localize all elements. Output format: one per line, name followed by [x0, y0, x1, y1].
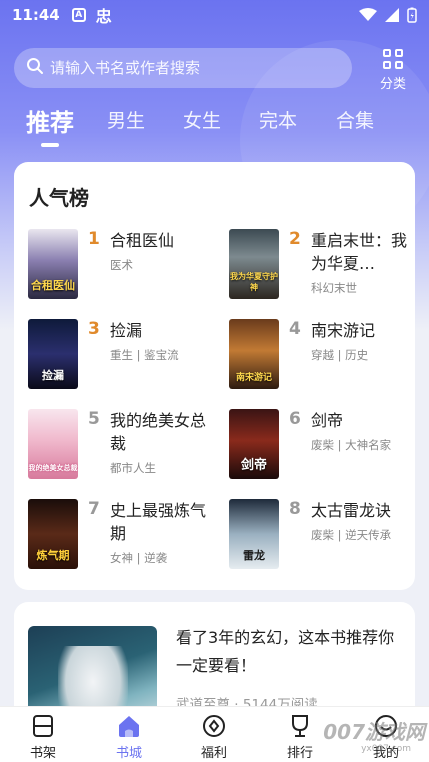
book-cover: 合租医仙	[28, 229, 78, 299]
tab-collection[interactable]: 合集	[336, 106, 374, 133]
book-title: 史上最强炼气期	[110, 501, 207, 543]
tab-recommend[interactable]: 推荐	[26, 103, 74, 138]
book-title: 剑帝	[311, 411, 344, 430]
book-cover: 捡漏	[28, 319, 78, 389]
book-cover: 南宋游记	[229, 319, 279, 389]
tab-completed[interactable]: 完本	[259, 106, 297, 133]
app-notification-icon-2: 忠	[95, 7, 112, 26]
book-tags: 都市人生	[110, 461, 156, 475]
ranking-item[interactable]: 剑帝 6 剑帝 废柴 | 大神名家	[229, 409, 414, 481]
category-label: 分类	[379, 77, 406, 92]
book-cover: 剑帝	[229, 409, 279, 479]
book-tags: 穿越 | 历史	[311, 348, 369, 362]
book-tags: 女神 | 逆袭	[110, 551, 168, 565]
wifi-icon	[359, 8, 377, 22]
home-icon	[99, 713, 159, 739]
status-time: 11:44	[12, 6, 60, 24]
book-tags: 重生 | 鉴宝流	[110, 348, 179, 362]
book-cover: 我的绝美女总裁	[28, 409, 78, 479]
ranking-item[interactable]: 炼气期 7 史上最强炼气期 女神 | 逆袭	[28, 499, 213, 571]
popularity-ranking-card: 人气榜 合租医仙 1 合租医仙 医术 我为华夏守护神 2 重启末世：我为华夏… …	[14, 162, 415, 590]
tab-indicator	[41, 143, 59, 147]
rank-number: 2	[289, 229, 301, 249]
tab-male[interactable]: 男生	[107, 106, 145, 133]
recommendation-title: 看了3年的玄幻，这本书推荐你一定要看！	[176, 628, 395, 675]
rank-number: 6	[289, 409, 301, 429]
app-notification-icon: A	[71, 8, 86, 22]
rank-number: 3	[88, 319, 100, 339]
search-bar[interactable]	[14, 48, 352, 88]
ranking-item[interactable]: 我的绝美女总裁 5 我的绝美女总裁 都市人生	[28, 409, 213, 481]
rank-number: 8	[289, 499, 301, 519]
book-tags: 废柴 | 大神名家	[311, 438, 392, 452]
grid-icon	[383, 49, 403, 69]
book-cover: 炼气期	[28, 499, 78, 569]
bookshelf-icon	[13, 713, 73, 739]
rank-number: 1	[88, 229, 100, 249]
watermark-url: yx007.com	[361, 744, 411, 754]
book-title: 捡漏	[110, 321, 143, 340]
book-title: 我的绝美女总裁	[110, 411, 207, 453]
battery-icon	[407, 7, 417, 23]
ranking-item[interactable]: 南宋游记 4 南宋游记 穿越 | 历史	[229, 319, 414, 391]
search-row: 分类	[14, 46, 415, 92]
signal-icon	[385, 8, 399, 22]
ranking-item[interactable]: 捡漏 3 捡漏 重生 | 鉴宝流	[28, 319, 213, 391]
rank-number: 5	[88, 409, 100, 429]
ranking-item[interactable]: 合租医仙 1 合租医仙 医术	[28, 229, 213, 301]
book-tags: 科幻末世	[311, 281, 357, 295]
nav-bookshelf[interactable]: 书架	[13, 707, 73, 762]
search-input[interactable]	[50, 59, 340, 77]
category-button[interactable]: 分类	[371, 46, 415, 92]
book-cover: 雷龙	[229, 499, 279, 569]
channel-tabs: 推荐 男生 女生 完本 合集	[0, 106, 429, 154]
ranking-item[interactable]: 雷龙 8 太古雷龙诀 废柴 | 逆天传承	[229, 499, 414, 571]
book-title: 合租医仙	[110, 231, 175, 250]
rank-number: 7	[88, 499, 100, 519]
ranking-title: 人气榜	[29, 186, 89, 210]
book-tags: 医术	[110, 258, 133, 272]
nav-bookstore[interactable]: 书城	[99, 707, 159, 762]
nav-ranking[interactable]: 排行	[270, 707, 330, 762]
book-title: 南宋游记	[311, 321, 376, 340]
rank-number: 4	[289, 319, 301, 339]
tab-female[interactable]: 女生	[183, 106, 221, 133]
nav-welfare[interactable]: 福利	[184, 707, 244, 762]
trophy-icon	[270, 713, 330, 739]
search-icon	[26, 57, 50, 79]
status-bar: 11:44 A 忠	[0, 0, 429, 30]
book-title: 太古雷龙诀	[311, 501, 392, 520]
book-cover: 我为华夏守护神	[229, 229, 279, 299]
ranking-item[interactable]: 我为华夏守护神 2 重启末世：我为华夏… 科幻末世	[229, 229, 414, 301]
book-tags: 废柴 | 逆天传承	[311, 528, 392, 542]
book-title: 重启末世：我为华夏…	[311, 231, 408, 273]
coin-icon	[184, 713, 244, 739]
watermark: 007游戏网	[323, 720, 425, 744]
